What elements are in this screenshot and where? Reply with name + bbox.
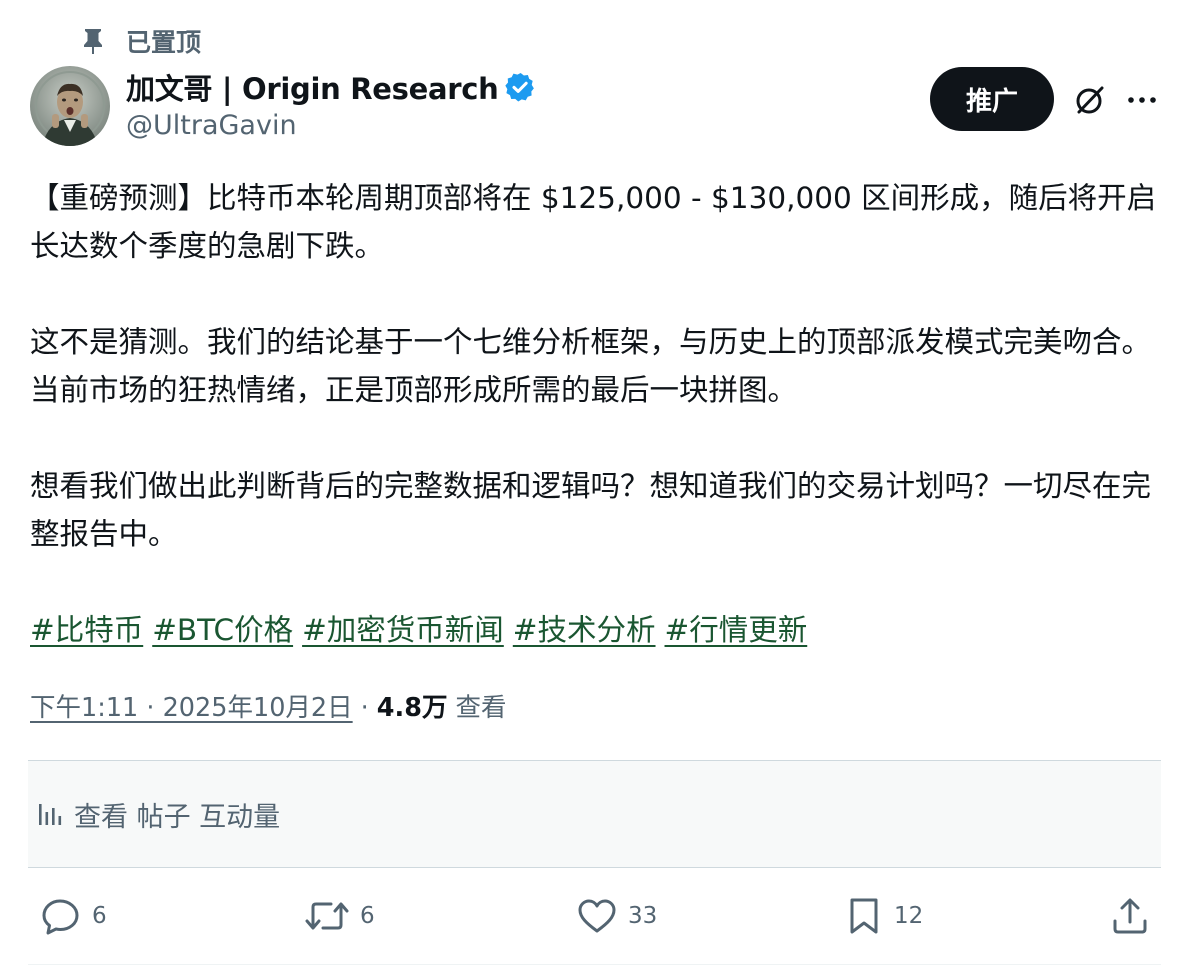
bookmark-count: 12 bbox=[894, 903, 924, 929]
hashtag-link[interactable]: #比特币 bbox=[30, 606, 143, 654]
more-icon[interactable] bbox=[1122, 80, 1162, 120]
retweet-button[interactable]: 6 bbox=[304, 886, 375, 946]
bookmark-icon bbox=[844, 895, 884, 937]
retweet-count: 6 bbox=[360, 903, 375, 929]
tweet-paragraph: 这不是猜测。我们的结论基于一个七维分析框架，与历史上的顶部派发模式完美吻合。当前… bbox=[30, 325, 1152, 407]
share-button[interactable] bbox=[1110, 886, 1150, 946]
like-button[interactable]: 33 bbox=[576, 886, 657, 946]
share-icon bbox=[1110, 895, 1150, 937]
display-name[interactable]: 加文哥 | Origin Research bbox=[126, 66, 499, 108]
action-bar: 6 6 33 12 bbox=[0, 886, 1196, 946]
pinned-indicator: 已置顶 bbox=[82, 24, 201, 58]
hashtag-list: #比特币 #BTC价格 #加密货币新闻 #技术分析 #行情更新 bbox=[30, 606, 807, 654]
tweet-paragraph: 想看我们做出此判断背后的完整数据和逻辑吗？想知道我们的交易计划吗？一切尽在完整报… bbox=[30, 469, 1152, 551]
views-label: 查看 bbox=[455, 693, 507, 723]
hashtag-link[interactable]: #加密货币新闻 bbox=[302, 606, 504, 654]
retweet-icon bbox=[304, 895, 350, 937]
author-block[interactable]: 加文哥 | Origin Research @UltraGavin bbox=[126, 64, 536, 141]
timestamp-link[interactable]: 下午1:11 · 2025年10月2日 bbox=[30, 688, 353, 728]
analytics-label: 查看 帖子 互动量 bbox=[74, 801, 281, 833]
reply-icon bbox=[40, 895, 82, 937]
hashtag-link[interactable]: #技术分析 bbox=[513, 606, 656, 654]
reply-button[interactable]: 6 bbox=[40, 886, 107, 946]
analytics-icon bbox=[36, 800, 64, 828]
verified-badge-icon[interactable] bbox=[504, 71, 536, 103]
promote-button[interactable]: 推广 bbox=[930, 67, 1054, 131]
hashtag-link[interactable]: #BTC价格 bbox=[152, 606, 293, 654]
like-count: 33 bbox=[628, 903, 658, 929]
heart-icon bbox=[576, 895, 618, 937]
analytics-button[interactable]: 查看 帖子 互动量 bbox=[28, 760, 1161, 868]
hashtag-link[interactable]: #行情更新 bbox=[665, 606, 808, 654]
pin-icon bbox=[82, 27, 104, 55]
bookmark-button[interactable]: 12 bbox=[844, 886, 923, 946]
pinned-label: 已置顶 bbox=[126, 28, 202, 57]
handle[interactable]: @UltraGavin bbox=[126, 110, 536, 141]
tweet-text: 【重磅预测】比特币本轮周期顶部将在 $125,000 - $130,000 区间… bbox=[30, 174, 1170, 558]
tweet-paragraph: 【重磅预测】比特币本轮周期顶部将在 $125,000 - $130,000 区间… bbox=[30, 181, 1157, 263]
tweet-meta: 下午1:11 · 2025年10月2日 · 4.8万 查看 bbox=[30, 688, 506, 728]
reply-count: 6 bbox=[92, 903, 107, 929]
avatar[interactable] bbox=[30, 66, 110, 146]
views-count: 4.8万 bbox=[376, 693, 448, 723]
meta-separator: · bbox=[360, 693, 369, 723]
grok-icon[interactable] bbox=[1070, 80, 1110, 120]
divider bbox=[28, 964, 1161, 965]
